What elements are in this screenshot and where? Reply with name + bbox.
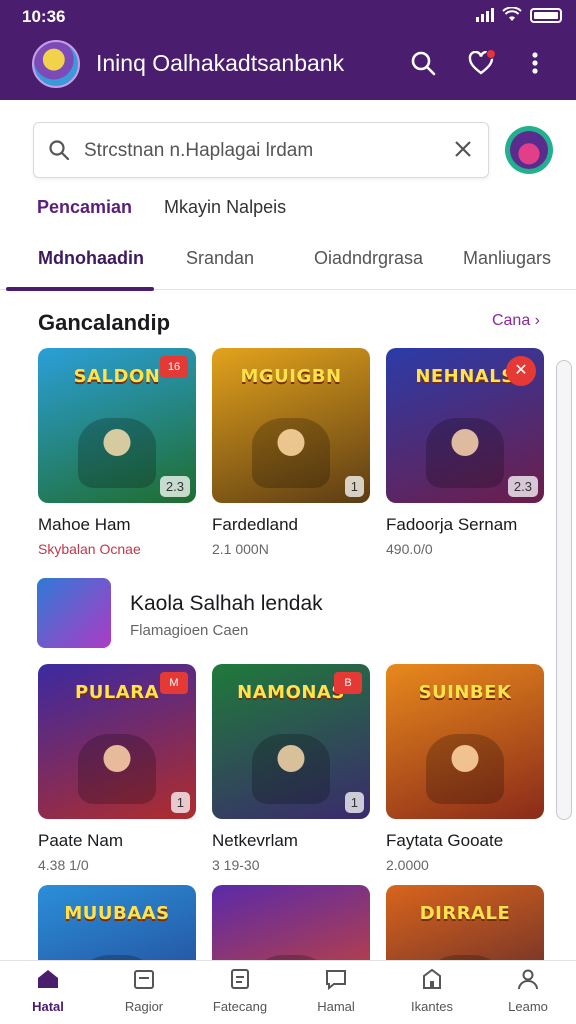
game-logo-text: DIRRALE xyxy=(419,903,511,924)
bottom-nav: Hatal Ragior Fatecang Hamal Ikantes Leamo xyxy=(0,960,576,1024)
nav-label: Hatal xyxy=(32,999,64,1014)
status-time: 10:36 xyxy=(22,7,66,26)
game-title: Mahoe Ham xyxy=(38,515,131,534)
status-icons xyxy=(476,7,562,23)
game-thumbnail: NEHNALS ✕ 2.3 xyxy=(386,348,544,503)
calendar-icon xyxy=(132,968,156,995)
see-all-label: Cana xyxy=(491,312,531,329)
rating-pill: 1 xyxy=(344,476,364,497)
game-subtitle: 3 19-30 xyxy=(212,857,260,873)
chip-search[interactable]: Pencamian xyxy=(37,197,132,218)
chat-icon xyxy=(324,968,348,995)
app-title: Ininq Oalhakadtsanbank xyxy=(96,50,345,76)
more-icon[interactable] xyxy=(520,48,550,78)
game-logo-text: MUUBAAS xyxy=(64,903,170,924)
character-art xyxy=(252,734,330,804)
close-icon[interactable] xyxy=(452,138,474,165)
profile-button[interactable] xyxy=(505,126,553,174)
feature-thumbnail xyxy=(37,578,111,648)
character-art xyxy=(252,418,330,488)
rating-pill: 1 xyxy=(344,792,364,813)
nav-item-3[interactable]: Hamal xyxy=(288,961,384,1024)
nav-item-1[interactable]: Ragior xyxy=(96,961,192,1024)
nav-item-4[interactable]: Ikantes xyxy=(384,961,480,1024)
game-card[interactable]: SUINBEK Faytata Gooate 2.0000 xyxy=(386,664,544,873)
game-subtitle: Skybalan Ocnae xyxy=(38,541,141,557)
app-bar: Ininq Oalhakadtsanbank xyxy=(0,34,576,96)
game-subtitle: 4.38 1/0 xyxy=(38,857,89,873)
character-art xyxy=(78,734,156,804)
game-subtitle: 490.0/0 xyxy=(386,541,433,557)
home-icon xyxy=(36,968,60,995)
document-icon xyxy=(228,968,252,995)
tab-3[interactable]: Manliugars xyxy=(463,248,551,269)
nav-label: Leamo xyxy=(508,999,548,1014)
game-thumbnail: PULARA M 1 xyxy=(38,664,196,819)
game-title: Fardedland xyxy=(212,515,299,534)
nav-label: Ikantes xyxy=(411,999,453,1014)
building-icon xyxy=(420,968,444,995)
header: 10:36 Ininq Oalhakadtsanbank xyxy=(0,0,576,100)
feature-title: Kaola Salhah lendak xyxy=(130,592,323,615)
character-art xyxy=(426,734,504,804)
nav-label: Hamal xyxy=(317,999,355,1014)
search-input[interactable]: Strcstnan n.Haplagai lrdam xyxy=(33,122,489,178)
game-title: Fadoorja Sernam xyxy=(386,515,518,534)
battery-icon xyxy=(530,7,562,23)
game-thumbnail: SALDON 16 2.3 xyxy=(38,348,196,503)
age-tag: M xyxy=(160,672,188,694)
see-all-link[interactable]: Cana › xyxy=(492,312,540,330)
nav-item-5[interactable]: Leamo xyxy=(480,961,576,1024)
feature-subtitle: Flamagioen Caen xyxy=(130,622,249,639)
game-thumbnail: SUINBEK xyxy=(386,664,544,819)
profile-avatar xyxy=(510,131,548,169)
scrollbar[interactable] xyxy=(556,360,572,820)
game-subtitle: 2.1 000N xyxy=(212,541,269,557)
feature-item[interactable]: Kaola Salhah lendak Flamagioen Caen xyxy=(37,578,537,650)
search-icon xyxy=(48,139,70,166)
notification-badge xyxy=(486,49,496,59)
game-thumbnail: MGUIGBN 1 xyxy=(212,348,370,503)
game-logo-text: SUINBEK xyxy=(418,682,512,703)
game-logo-text: MGUIGBN xyxy=(240,366,342,387)
favorite-button[interactable]: ✕ xyxy=(506,356,536,386)
nav-item-0[interactable]: Hatal xyxy=(0,961,96,1024)
character-art xyxy=(78,418,156,488)
game-title: Netkevrlam xyxy=(212,831,298,850)
wifi-icon xyxy=(502,7,522,21)
person-icon xyxy=(516,968,540,995)
game-card[interactable]: NEHNALS ✕ 2.3 Fadoorja Sernam 490.0/0 xyxy=(386,348,544,557)
tab-indicator xyxy=(6,287,154,291)
age-tag: 16 xyxy=(160,356,188,378)
rating-pill: 1 xyxy=(170,792,190,813)
filter-chips: Pencamian Mkayin Nalpeis xyxy=(37,197,286,218)
nav-label: Ragior xyxy=(124,999,164,1014)
game-card[interactable]: MGUIGBN 1 Fardedland 2.1 000N xyxy=(212,348,370,557)
rating-pill: 2.3 xyxy=(507,476,538,497)
tab-1[interactable]: Srandan xyxy=(186,248,254,269)
game-subtitle: 2.0000 xyxy=(386,857,429,873)
game-title: Faytata Gooate xyxy=(386,831,504,850)
signal-icon xyxy=(476,8,494,22)
tab-bar: Mdnohaadin Srandan Oiadndrgrasa Manliuga… xyxy=(0,234,576,291)
search-icon[interactable] xyxy=(408,48,438,78)
game-card[interactable]: SALDON 16 2.3 Mahoe Ham Skybalan Ocnae xyxy=(38,348,196,557)
tab-2[interactable]: Oiadndrgrasa xyxy=(314,248,423,269)
section-title: Gancalandip xyxy=(38,310,171,335)
nav-item-2[interactable]: Fatecang xyxy=(192,961,288,1024)
game-thumbnail: NAMONAS B 1 xyxy=(212,664,370,819)
avatar-icon[interactable] xyxy=(32,40,80,88)
game-title: Paate Nam xyxy=(38,831,124,850)
game-card[interactable]: PULARA M 1 Paate Nam 4.38 1/0 xyxy=(38,664,196,873)
heart-icon[interactable] xyxy=(466,48,496,78)
character-art xyxy=(426,418,504,488)
age-tag: B xyxy=(334,672,362,694)
tab-0[interactable]: Mdnohaadin xyxy=(38,248,144,269)
nav-label: Fatecang xyxy=(212,999,268,1014)
status-bar: 10:36 xyxy=(0,0,576,30)
rating-pill: 2.3 xyxy=(159,476,190,497)
game-card[interactable]: NAMONAS B 1 Netkevrlam 3 19-30 xyxy=(212,664,370,873)
chip-filter[interactable]: Mkayin Nalpeis xyxy=(164,197,286,218)
search-placeholder: Strcstnan n.Haplagai lrdam xyxy=(84,140,314,161)
